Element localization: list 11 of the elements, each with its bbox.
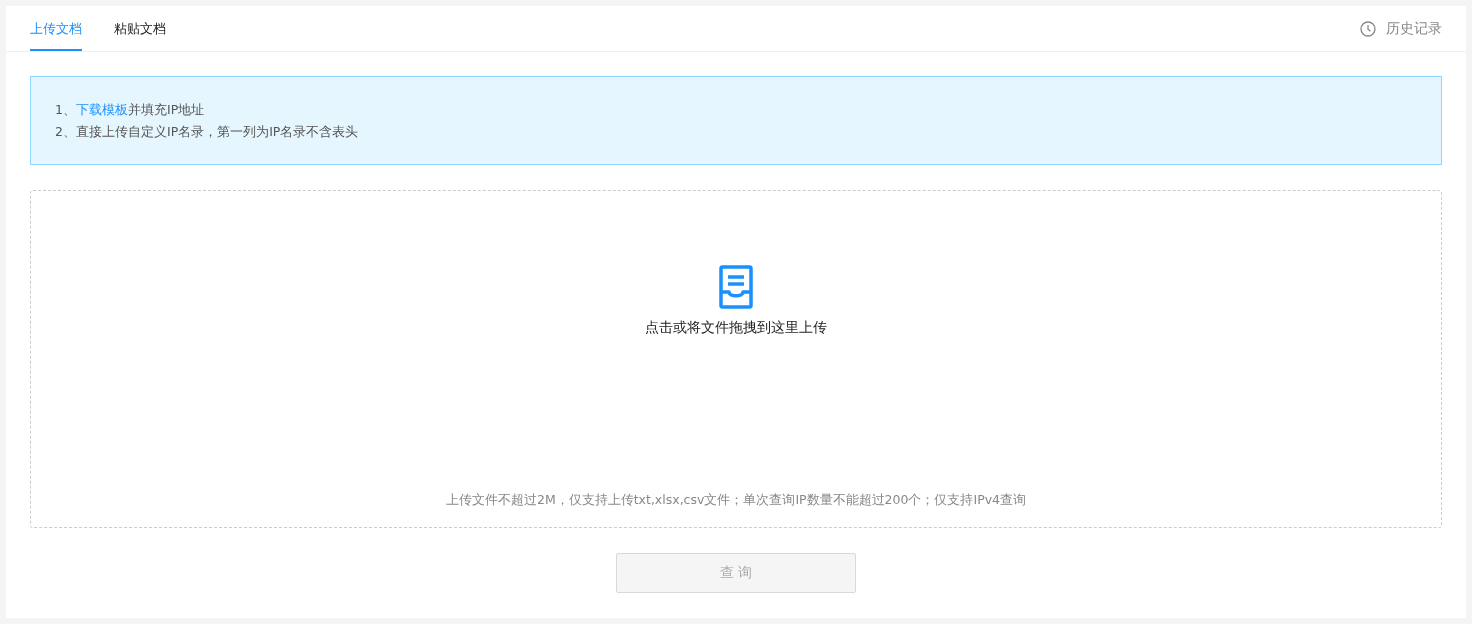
document-tray-icon — [719, 265, 753, 309]
notice-line: 1、下载模板并填充IP地址 — [55, 100, 206, 119]
tab[interactable]: 粘贴文档 — [114, 6, 166, 51]
upload-hint: 上传文件不超过2M，仅支持上传txt,xlsx,csv文件；单次查询IP数量不能超过200个；仅支持IPv4查询 — [445, 492, 1027, 509]
download-template-link[interactable]: 下载模板 — [75, 101, 128, 117]
tab[interactable]: 上传文档 — [30, 6, 82, 51]
clock-icon — [1360, 20, 1376, 37]
upload-dropzone[interactable]: 点击或将文件拖拽到这里上传 上传文件不超过2M，仅支持上传txt,xlsx,csv文件；单次查询IP数量不能超过200个；仅支持IPv4查询 — [30, 190, 1442, 528]
upload-prompt: 点击或将文件拖拽到这里上传 — [645, 319, 827, 337]
notice-line: 2、直接上传自定义IP名录，第一列为IP名录不含表头 — [55, 122, 360, 141]
history-link[interactable]: 历史记录 — [1360, 6, 1442, 51]
